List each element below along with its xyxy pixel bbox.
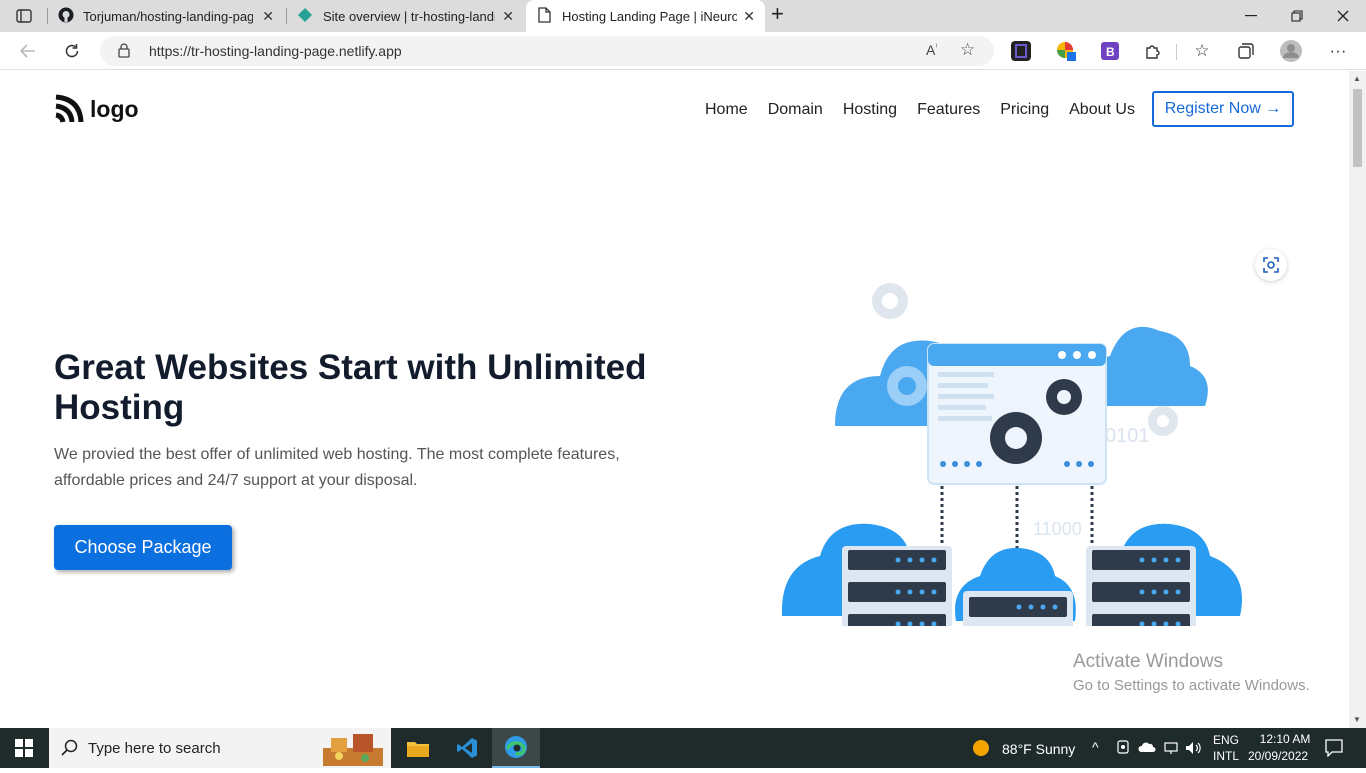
taskbar: Type here to search 88°F Sunny ^ ENG INT… bbox=[0, 728, 1366, 768]
logo-text: logo bbox=[90, 95, 139, 122]
tab-title: Hosting Landing Page | iNeuron bbox=[562, 8, 737, 24]
extensions-icon[interactable] bbox=[1140, 38, 1166, 64]
onedrive-icon[interactable] bbox=[1138, 741, 1156, 756]
more-icon[interactable]: ··· bbox=[1325, 38, 1351, 64]
web-page: logo Home Domain Hosting Features Pricin… bbox=[0, 71, 1349, 728]
binary-text-1: 0101 bbox=[1105, 425, 1150, 447]
tab-title: Torjuman/hosting-landing-page bbox=[83, 8, 253, 24]
favorite-add-icon[interactable]: ☆ bbox=[960, 40, 975, 60]
tab-strip: Torjuman/hosting-landing-page ✕ Site ove… bbox=[0, 0, 1366, 32]
search-icon bbox=[61, 739, 79, 762]
extension-color-icon[interactable] bbox=[1053, 38, 1079, 64]
start-button[interactable] bbox=[0, 728, 48, 768]
lock-icon[interactable] bbox=[118, 43, 130, 63]
netlify-icon bbox=[297, 7, 313, 26]
tab-netlify[interactable]: Site overview | tr-hosting-landing ✕ bbox=[288, 0, 524, 32]
search-highlight-icon bbox=[317, 730, 391, 773]
watermark-subtitle: Go to Settings to activate Windows. bbox=[1073, 677, 1310, 694]
tab-hosting-landing[interactable]: Hosting Landing Page | iNeuron ✕ bbox=[526, 0, 765, 32]
profile-avatar[interactable] bbox=[1278, 38, 1304, 64]
tab-actions-icon[interactable] bbox=[11, 3, 37, 29]
tab-title: Site overview | tr-hosting-landing bbox=[323, 8, 495, 24]
vscode-icon[interactable] bbox=[443, 728, 491, 768]
nav-hosting[interactable]: Hosting bbox=[843, 101, 897, 119]
hero-headline: Great Websites Start with Unlimited Host… bbox=[54, 348, 647, 427]
window-close-icon[interactable] bbox=[1320, 0, 1366, 32]
restore-icon[interactable] bbox=[1274, 0, 1320, 32]
nav-features[interactable]: Features bbox=[917, 101, 980, 119]
extension-dark-icon[interactable] bbox=[1008, 38, 1034, 64]
network-icon[interactable] bbox=[1164, 741, 1180, 758]
visual-search-icon[interactable] bbox=[1255, 249, 1287, 281]
notifications-icon[interactable] bbox=[1325, 739, 1343, 760]
chevron-up-icon[interactable]: ^ bbox=[1092, 739, 1099, 755]
bootstrap-icon[interactable]: B bbox=[1097, 38, 1123, 64]
minimize-icon[interactable] bbox=[1228, 0, 1274, 32]
hosting-illustration: 0101 11000 bbox=[781, 283, 1242, 626]
watermark-title: Activate Windows bbox=[1073, 651, 1223, 672]
nav-pricing[interactable]: Pricing bbox=[1000, 101, 1049, 119]
scroll-up-icon[interactable]: ▲ bbox=[1353, 74, 1361, 83]
scroll-thumb[interactable] bbox=[1353, 89, 1362, 167]
read-aloud-icon[interactable]: A⁾ bbox=[926, 42, 937, 58]
address-bar[interactable]: https://tr-hosting-landing-page.netlify.… bbox=[100, 36, 994, 66]
weather-text[interactable]: 88°F Sunny bbox=[1002, 741, 1075, 757]
main-nav: Home Domain Hosting Features Pricing Abo… bbox=[705, 101, 1155, 119]
register-now-button[interactable]: Register Now → bbox=[1152, 91, 1294, 127]
page-scrollbar[interactable]: ▲ ▼ bbox=[1349, 71, 1366, 728]
logo-icon bbox=[55, 94, 84, 123]
collections-icon[interactable] bbox=[1233, 38, 1259, 64]
browser-toolbar: https://tr-hosting-landing-page.netlify.… bbox=[0, 32, 1366, 70]
tab-github[interactable]: Torjuman/hosting-landing-page ✕ bbox=[48, 0, 284, 32]
new-tab-button[interactable]: + bbox=[771, 0, 795, 30]
language-code[interactable]: ENG bbox=[1213, 733, 1239, 747]
choose-package-button[interactable]: Choose Package bbox=[54, 525, 232, 570]
weather-icon[interactable] bbox=[972, 739, 990, 760]
page-icon bbox=[537, 6, 551, 26]
file-explorer-icon[interactable] bbox=[394, 728, 442, 768]
clock-date[interactable]: 20/09/2022 bbox=[1248, 749, 1308, 763]
nav-home[interactable]: Home bbox=[705, 101, 748, 119]
edge-icon[interactable] bbox=[492, 728, 540, 768]
favorites-icon[interactable]: ☆ bbox=[1189, 38, 1215, 64]
taskbar-search[interactable]: Type here to search bbox=[49, 728, 391, 768]
clock-time[interactable]: 12:10 AM bbox=[1255, 732, 1315, 746]
site-logo[interactable]: logo bbox=[54, 94, 139, 124]
volume-icon[interactable] bbox=[1185, 741, 1203, 758]
refresh-icon[interactable] bbox=[59, 38, 85, 64]
nav-about-us[interactable]: About Us bbox=[1069, 101, 1135, 119]
svg-text:B: B bbox=[1106, 45, 1115, 59]
binary-text-2: 11000 bbox=[1033, 519, 1082, 539]
close-icon[interactable]: ✕ bbox=[743, 8, 755, 25]
meet-now-icon[interactable] bbox=[1117, 740, 1129, 757]
close-icon[interactable]: ✕ bbox=[262, 8, 274, 25]
hero-description: We provied the best offer of unlimited w… bbox=[54, 446, 620, 489]
github-icon bbox=[58, 7, 74, 26]
activate-windows-watermark: Activate Windows Go to Settings to activ… bbox=[1073, 651, 1310, 694]
language-layout[interactable]: INTL bbox=[1213, 749, 1239, 763]
url-text[interactable]: https://tr-hosting-landing-page.netlify.… bbox=[149, 43, 402, 59]
close-icon[interactable]: ✕ bbox=[502, 8, 514, 25]
scroll-down-icon[interactable]: ▼ bbox=[1353, 715, 1361, 724]
search-placeholder: Type here to search bbox=[88, 740, 221, 757]
back-icon[interactable] bbox=[15, 38, 41, 64]
nav-domain[interactable]: Domain bbox=[768, 101, 823, 119]
